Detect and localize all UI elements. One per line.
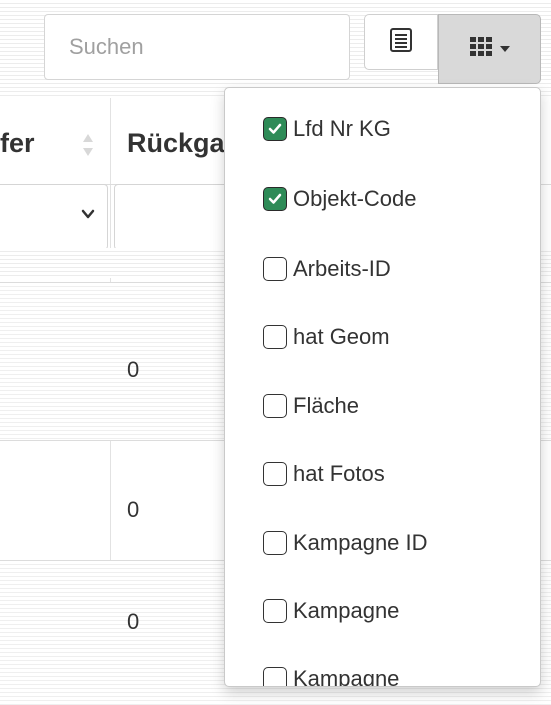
menu-item-kampagne-2[interactable]: Kampagne — [263, 659, 400, 687]
menu-item-label: hat Geom — [293, 324, 390, 349]
checkbox-unchecked[interactable] — [263, 257, 287, 281]
menu-item-label: Fläche — [293, 393, 360, 418]
menu-item-label: Arbeits-ID — [293, 256, 391, 281]
menu-item-label: hat Fotos — [293, 461, 385, 486]
grid-icon — [469, 36, 492, 62]
checkbox-unchecked[interactable] — [263, 599, 287, 623]
list-view-icon — [390, 27, 412, 57]
menu-item-objekt-code[interactable]: Objekt-Code — [263, 179, 417, 219]
table-cell: 0 — [127, 609, 140, 634]
table-cell: 0 — [127, 357, 140, 382]
menu-item-label: Kampagne — [293, 666, 400, 687]
caret-down-icon — [499, 46, 510, 52]
checkbox-unchecked[interactable] — [263, 325, 287, 349]
list-view-button[interactable] — [364, 14, 438, 70]
checkbox-unchecked[interactable] — [263, 667, 287, 686]
chevron-down-icon — [81, 207, 95, 221]
search-input[interactable] — [44, 14, 350, 80]
menu-item-hat-geom[interactable]: hat Geom — [263, 317, 390, 357]
menu-item-kampagne-id[interactable]: Kampagne ID — [263, 523, 428, 563]
menu-item-label: Lfd Nr KG — [293, 116, 391, 141]
menu-item-label: Kampagne ID — [293, 530, 428, 555]
checkbox-unchecked[interactable] — [263, 462, 287, 486]
sort-icon[interactable] — [82, 132, 94, 158]
menu-item-lfd-nr-kg[interactable]: Lfd Nr KG — [263, 109, 391, 149]
menu-item-hat-fotos[interactable]: hat Fotos — [263, 454, 385, 494]
column-header-2[interactable]: Rückga — [127, 128, 237, 159]
checkbox-unchecked[interactable] — [263, 394, 287, 418]
checkbox-checked[interactable] — [263, 117, 287, 141]
menu-item-label: Kampagne — [293, 598, 400, 623]
table-cell: 0 — [127, 497, 140, 522]
column-visibility-menu: Lfd Nr KG Objekt-Code Arbeits-ID hat Geo… — [224, 87, 541, 687]
menu-item-kampagne[interactable]: Kampagne — [263, 591, 399, 631]
menu-item-arbeits-id[interactable]: Arbeits-ID — [263, 249, 391, 289]
columns-toggle-button[interactable] — [438, 14, 541, 84]
table-toolbar — [0, 0, 551, 98]
checkbox-unchecked[interactable] — [263, 531, 287, 555]
checkbox-checked[interactable] — [263, 187, 287, 211]
menu-item-flaeche[interactable]: Fläche — [263, 386, 359, 426]
column-filter-select[interactable] — [0, 184, 108, 250]
menu-item-label: Objekt-Code — [293, 186, 417, 211]
column-header-1[interactable]: fer — [0, 128, 80, 159]
